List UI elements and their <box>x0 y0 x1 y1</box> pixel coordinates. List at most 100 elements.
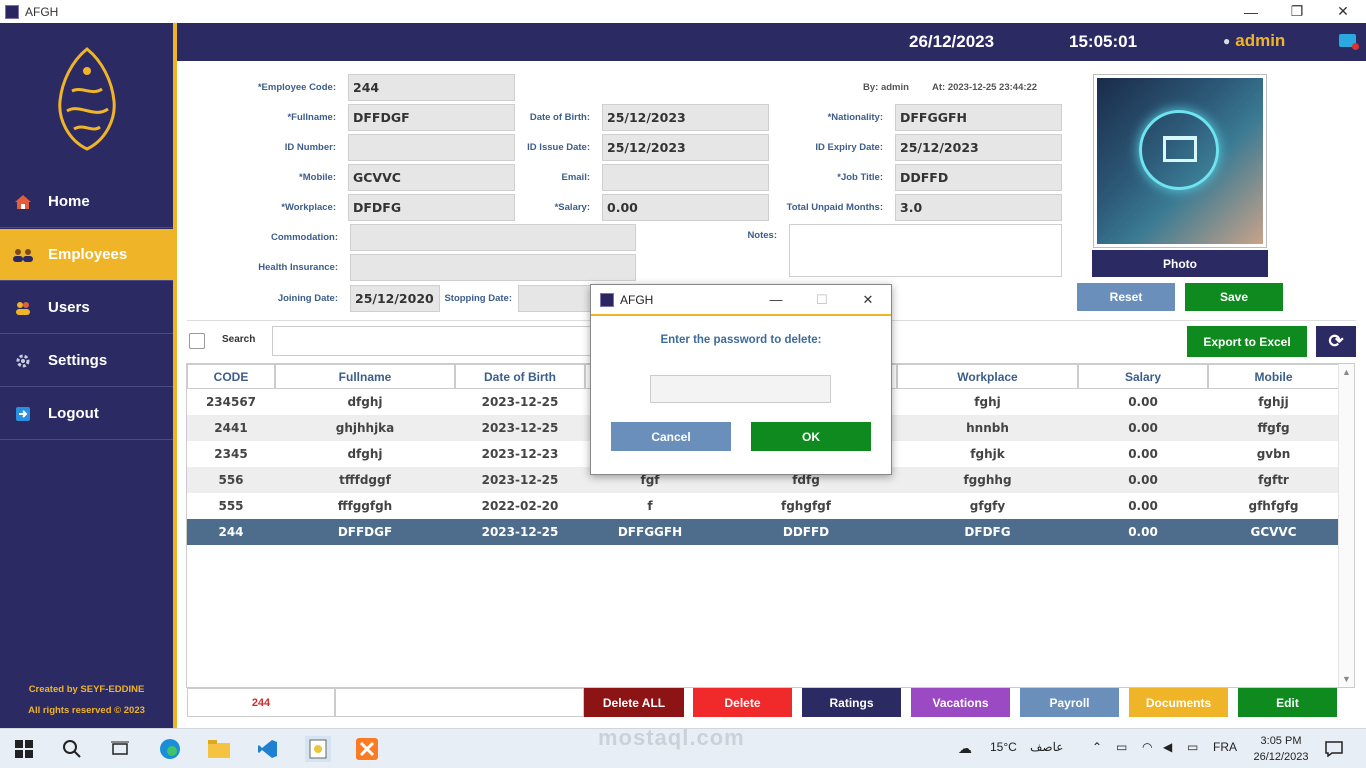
unpaid-months-field[interactable]: 3.0 <box>895 194 1062 221</box>
table-cell: 0.00 <box>1128 447 1158 461</box>
table-cell: dfghj <box>347 395 383 409</box>
job-title-field[interactable]: DDFFD <box>895 164 1062 191</box>
mail-icon[interactable] <box>1339 34 1359 50</box>
scroll-up-icon[interactable]: ▲ <box>1342 367 1351 377</box>
sidebar-item-label: Employees <box>48 246 128 263</box>
notes-field[interactable] <box>789 224 1062 277</box>
search-icon[interactable] <box>60 737 84 761</box>
weather-condition: عاصف <box>1030 740 1064 754</box>
search-icon <box>189 333 205 349</box>
ratings-button[interactable]: Ratings <box>802 688 901 717</box>
file-explorer-icon[interactable] <box>207 737 231 761</box>
table-cell: 244 <box>218 525 244 539</box>
delete-password-dialog: AFGH — ☐ ✕ Enter the password to delete:… <box>590 284 892 475</box>
delete-button[interactable]: Delete <box>693 688 792 717</box>
health-insurance-label: Health Insurance: <box>258 262 338 273</box>
table-cell: 234567 <box>205 395 257 409</box>
health-insurance-field[interactable] <box>350 254 636 281</box>
employees-icon <box>12 246 34 264</box>
reset-button[interactable]: Reset <box>1077 283 1175 311</box>
table-cell: 2345 <box>214 447 248 461</box>
wifi-icon[interactable]: ◠ <box>1142 740 1152 754</box>
notification-icon[interactable] <box>1322 737 1346 761</box>
window-title: AFGH <box>25 4 59 19</box>
weather-icon[interactable]: ☁ <box>958 740 972 757</box>
close-button[interactable]: ✕ <box>1320 0 1366 23</box>
volume-icon[interactable]: ◀ <box>1163 740 1172 754</box>
stopping-date-field[interactable] <box>518 285 598 312</box>
table-scrollbar[interactable]: ▲ ▼ <box>1338 364 1354 687</box>
clock-date: 26/12/2023 <box>1253 751 1309 763</box>
column-header[interactable]: Date of Birth <box>455 364 585 389</box>
commodation-field[interactable] <box>350 224 636 251</box>
network-icon[interactable]: ▭ <box>1116 740 1127 754</box>
dialog-close-button[interactable]: ✕ <box>845 285 891 314</box>
table-row[interactable]: 555 fffggfgh 2022-02-20 f fghgfgf gfgfy … <box>187 493 1339 519</box>
sidebar-item-users[interactable]: Users <box>0 282 173 334</box>
column-header[interactable]: CODE <box>187 364 275 389</box>
ok-button[interactable]: OK <box>751 422 871 451</box>
logo <box>58 47 116 151</box>
credits-rights: All rights reserved © 2023 <box>28 705 145 716</box>
python-app-icon[interactable] <box>305 736 331 762</box>
workplace-field[interactable]: DFDFG <box>348 194 515 221</box>
employee-code-field[interactable]: 244 <box>348 74 515 101</box>
export-excel-button[interactable]: Export to Excel <box>1187 326 1307 357</box>
payroll-button[interactable]: Payroll <box>1020 688 1119 717</box>
id-issue-field[interactable]: 25/12/2023 <box>602 134 769 161</box>
id-issue-label: ID Issue Date: <box>527 142 590 153</box>
mobile-field[interactable]: GCVVC <box>348 164 515 191</box>
xampp-icon[interactable] <box>355 737 379 761</box>
header-user: ● admin <box>1223 31 1285 51</box>
delete-all-button[interactable]: Delete ALL <box>584 688 684 717</box>
id-number-field[interactable] <box>348 134 515 161</box>
sidebar-item-logout[interactable]: Logout <box>0 388 173 440</box>
header-username: admin <box>1235 31 1286 50</box>
table-cell: 0.00 <box>1128 421 1158 435</box>
app-icon <box>5 4 19 19</box>
task-view-icon[interactable] <box>108 737 132 761</box>
taskbar-clock[interactable]: 3:05 PM 26/12/2023 <box>1246 733 1316 765</box>
edge-icon[interactable] <box>158 737 182 761</box>
chevron-up-icon[interactable]: ⌃ <box>1092 740 1102 754</box>
id-expiry-label: ID Expiry Date: <box>815 142 883 153</box>
id-expiry-field[interactable]: 25/12/2023 <box>895 134 1062 161</box>
sidebar-item-home[interactable]: Home <box>0 176 173 228</box>
column-header[interactable]: Workplace <box>897 364 1078 389</box>
password-input[interactable] <box>650 375 831 403</box>
header-time: 15:05:01 <box>1069 32 1138 51</box>
home-icon <box>12 193 34 211</box>
documents-button[interactable]: Documents <box>1129 688 1228 717</box>
vacations-button[interactable]: Vacations <box>911 688 1010 717</box>
nationality-field[interactable]: DFFGGFH <box>895 104 1062 131</box>
refresh-button[interactable]: ⟳ <box>1316 326 1356 357</box>
sidebar-item-employees[interactable]: Employees <box>0 229 176 281</box>
language-indicator[interactable]: FRA <box>1213 740 1237 754</box>
vscode-icon[interactable] <box>256 737 280 761</box>
photo-button[interactable]: Photo <box>1092 250 1268 277</box>
edit-button[interactable]: Edit <box>1238 688 1337 717</box>
maximize-button[interactable]: ❐ <box>1274 0 1320 23</box>
cancel-button[interactable]: Cancel <box>611 422 731 451</box>
battery-icon[interactable]: ▭ <box>1187 740 1198 754</box>
search-input[interactable] <box>272 326 602 356</box>
scroll-down-icon[interactable]: ▼ <box>1342 674 1351 684</box>
table-cell: f <box>647 499 653 513</box>
joining-date-field[interactable]: 25/12/2020 <box>350 285 440 312</box>
sidebar-item-settings[interactable]: Settings <box>0 335 173 387</box>
column-header[interactable]: Mobile <box>1208 364 1339 389</box>
table-row-selected[interactable]: 244 DFFDGF 2023-12-25 DFFGGFH DDFFD DFDF… <box>187 519 1339 545</box>
fullname-field[interactable]: DFFDGF <box>348 104 515 131</box>
column-header[interactable]: Salary <box>1078 364 1208 389</box>
dob-field[interactable]: 25/12/2023 <box>602 104 769 131</box>
users-icon <box>12 299 34 317</box>
dialog-minimize-button[interactable]: — <box>753 285 799 314</box>
windows-start-icon[interactable] <box>12 737 36 761</box>
column-header[interactable]: Fullname <box>275 364 455 389</box>
notes-label: Notes: <box>747 230 777 241</box>
table-cell: 2022-02-20 <box>481 499 559 513</box>
save-button[interactable]: Save <box>1185 283 1283 311</box>
salary-field[interactable]: 0.00 <box>602 194 769 221</box>
email-field[interactable] <box>602 164 769 191</box>
minimize-button[interactable]: — <box>1228 0 1274 23</box>
